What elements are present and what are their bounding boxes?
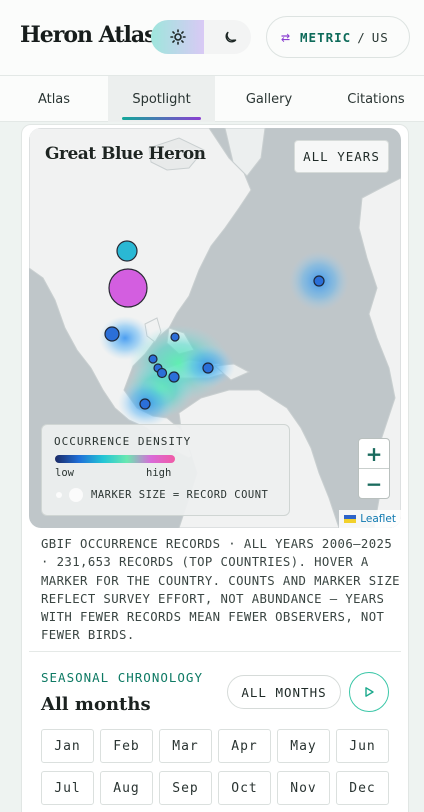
- units-separator: /: [357, 29, 366, 45]
- country-marker[interactable]: [170, 332, 180, 342]
- tab-spotlight[interactable]: Spotlight: [108, 76, 215, 122]
- map-legend: OCCURRENCE DENSITY low high MARKER SIZE …: [41, 424, 290, 516]
- country-marker[interactable]: [108, 268, 148, 308]
- legend-title: OCCURRENCE DENSITY: [54, 435, 192, 448]
- tab-atlas[interactable]: Atlas: [0, 76, 108, 122]
- country-marker[interactable]: [104, 326, 120, 342]
- zoom-controls: + −: [358, 438, 390, 499]
- country-marker[interactable]: [116, 240, 138, 262]
- legend-high-label: high: [146, 467, 172, 479]
- month-dec[interactable]: Dec: [336, 771, 389, 805]
- country-marker[interactable]: [156, 367, 168, 379]
- species-title: Great Blue Heron: [45, 144, 206, 164]
- zoom-in-button[interactable]: +: [359, 439, 389, 469]
- chronology-title: All months: [41, 694, 151, 715]
- ukraine-flag-icon: [344, 515, 357, 523]
- month-feb[interactable]: Feb: [100, 729, 153, 763]
- month-jul[interactable]: Jul: [41, 771, 94, 805]
- chronology-eyebrow: SEASONAL CHRONOLOGY: [41, 670, 203, 685]
- play-button[interactable]: [349, 672, 389, 712]
- zoom-out-button[interactable]: −: [359, 469, 389, 499]
- country-marker[interactable]: [139, 398, 151, 410]
- section-divider: [29, 651, 401, 652]
- month-apr[interactable]: Apr: [218, 729, 271, 763]
- metric-label: METRIC: [300, 29, 352, 45]
- month-aug[interactable]: Aug: [100, 771, 153, 805]
- month-may[interactable]: May: [277, 729, 330, 763]
- dark-theme-button[interactable]: [209, 20, 251, 54]
- month-sep[interactable]: Sep: [159, 771, 212, 805]
- records-description: GBIF OCCURRENCE RECORDS · ALL YEARS 2006…: [41, 537, 400, 643]
- brand-title[interactable]: Heron Atlas: [20, 22, 157, 48]
- legend-marker-note: MARKER SIZE = RECORD COUNT: [91, 489, 269, 501]
- sun-icon: [169, 29, 186, 45]
- light-theme-button[interactable]: [151, 20, 204, 54]
- month-mar[interactable]: Mar: [159, 729, 212, 763]
- occurrence-map[interactable]: Great Blue Heron ALL YEARS OCCURRENCE DE…: [29, 128, 401, 528]
- all-months-button[interactable]: ALL MONTHS: [227, 675, 341, 709]
- tab-gallery[interactable]: Gallery: [215, 76, 323, 122]
- leaflet-link[interactable]: Leaflet: [360, 513, 396, 525]
- month-jun[interactable]: Jun: [336, 729, 389, 763]
- month-oct[interactable]: Oct: [218, 771, 271, 805]
- legend-large-marker-icon: [69, 488, 83, 502]
- years-filter-chip[interactable]: ALL YEARS: [294, 140, 389, 173]
- month-nov[interactable]: Nov: [277, 771, 330, 805]
- tab-citations[interactable]: Citations: [323, 76, 424, 122]
- map-attribution[interactable]: Leaflet: [339, 510, 401, 528]
- theme-toggle[interactable]: [151, 20, 251, 54]
- legend-small-marker-icon: [56, 492, 62, 498]
- density-gradient-bar: [55, 455, 175, 463]
- month-jan[interactable]: Jan: [41, 729, 94, 763]
- swap-arrows-icon: ⇄: [281, 28, 292, 46]
- moon-icon: [225, 31, 236, 42]
- main-tabs: Atlas Spotlight Gallery Citations: [0, 76, 424, 122]
- units-toggle-button[interactable]: ⇄ METRIC / US: [266, 16, 410, 58]
- country-marker[interactable]: [202, 362, 214, 374]
- country-marker[interactable]: [168, 371, 180, 383]
- us-label: US: [371, 29, 389, 45]
- play-icon: [365, 687, 374, 697]
- country-marker[interactable]: [313, 275, 325, 287]
- app-header: Heron Atlas ⇄ METRIC / US: [0, 0, 424, 76]
- legend-low-label: low: [55, 467, 74, 479]
- country-marker[interactable]: [148, 354, 158, 364]
